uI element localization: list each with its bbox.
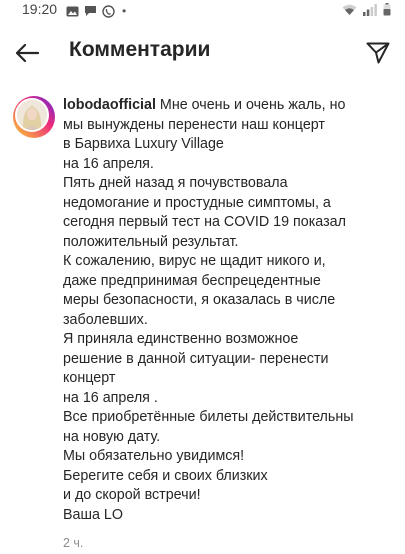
status-notification-icons: • xyxy=(66,4,126,18)
page-title: Комментарии xyxy=(69,38,211,61)
comment-text-line: Ваша LO xyxy=(63,506,123,523)
comment-text-line: К сожалению, вирус не щадит никого и, xyxy=(63,253,326,269)
comment-text-line: на 16 апреля . xyxy=(63,389,158,406)
status-bar: 19:20 • xyxy=(0,0,405,22)
signal-icon xyxy=(363,3,377,16)
battery-icon xyxy=(383,3,391,16)
comment-username[interactable]: lobodaofficial xyxy=(63,97,156,113)
comment-timestamp: 2 ч. xyxy=(63,536,84,550)
comment-text-line: концерт xyxy=(63,370,116,386)
comment-text-line: недомогание и простудные симптомы, а xyxy=(63,194,331,211)
back-arrow-icon xyxy=(15,43,40,63)
comment-text-line: положительный результат. xyxy=(63,233,239,250)
status-system-icons xyxy=(342,3,391,16)
comment-text-line: меры безопасности, я оказалась в числе xyxy=(63,292,336,308)
comment-text-line: Мы обязательно увидимся! xyxy=(63,448,245,464)
comment-text-line: Мне очень и очень жаль, но xyxy=(159,97,346,113)
share-button[interactable] xyxy=(363,38,393,68)
gallery-icon xyxy=(66,6,79,16)
comment-text-line: Все приобретённые билеты действительны xyxy=(63,409,354,425)
wifi-icon xyxy=(342,4,357,15)
status-time: 19:20 xyxy=(22,1,58,17)
comment-body: lobodaofficial Мне очень и очень жаль, н… xyxy=(63,96,398,554)
send-icon xyxy=(366,42,390,64)
comment-text-line: сегодня первый тест на COVID 19 показал xyxy=(63,214,346,230)
comment-text-line: заболевших. xyxy=(63,311,148,328)
comment-text-line: даже предпринимая беспрецедентные xyxy=(63,272,321,289)
comment-text-line: на новую дату. xyxy=(63,428,161,445)
comment-text-line: и до скорой встречи! xyxy=(63,487,201,503)
comment-text-line: Берегите себя и своих близких xyxy=(63,467,268,484)
app-bar: Комментарии xyxy=(0,22,405,82)
comment-text-line: мы вынуждены перенести наш концерт xyxy=(63,116,325,133)
back-button[interactable] xyxy=(12,38,42,68)
avatar[interactable] xyxy=(13,96,55,138)
avatar-photo xyxy=(15,98,49,132)
phone-icon xyxy=(102,4,115,18)
comment-text-line: на 16 апреля. xyxy=(63,155,154,172)
comment-text-line: Я приняла единственно возможное xyxy=(63,331,299,347)
comment-text-line: Пять дней назад я почувствовала xyxy=(63,175,288,191)
comment-text-line: в Барвиха Luxury Village xyxy=(63,136,224,152)
message-icon xyxy=(85,6,96,16)
comment-text-line: решение в данной ситуации- перенести xyxy=(63,350,329,367)
status-dot: • xyxy=(122,4,127,18)
comment-first-line: lobodaofficial Мне очень и очень жаль, н… xyxy=(63,96,398,116)
